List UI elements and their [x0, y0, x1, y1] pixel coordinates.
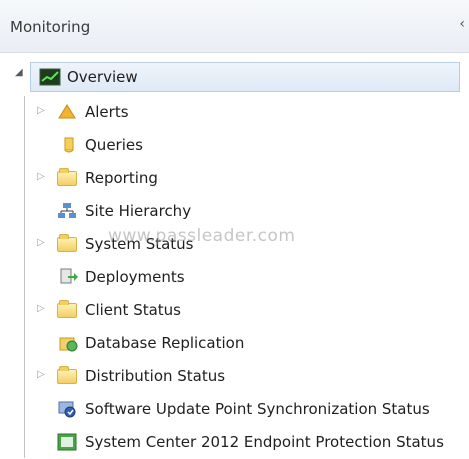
tree-item-label: System Center 2012 Endpoint Protection S…: [85, 433, 444, 451]
folder-icon: [57, 234, 77, 252]
expand-arrow-icon[interactable]: ▷: [37, 237, 45, 248]
alert-folder-icon: [58, 104, 76, 119]
tree-item-database-replication[interactable]: Database Replication: [1, 327, 469, 360]
tree-item-distribution-status[interactable]: ▷ Distribution Status: [1, 360, 469, 393]
tree-item-endpoint-protection[interactable]: System Center 2012 Endpoint Protection S…: [1, 426, 469, 459]
tree-item-alerts[interactable]: ▷ Alerts: [1, 96, 469, 129]
expand-arrow-icon[interactable]: ▷: [37, 303, 45, 314]
tree-item-site-hierarchy[interactable]: Site Hierarchy: [1, 195, 469, 228]
site-hierarchy-icon: [58, 203, 76, 218]
monitoring-header: Monitoring ‹: [0, 0, 469, 53]
tree-item-label: Software Update Point Synchronization St…: [85, 400, 430, 418]
overview-expander-icon[interactable]: ◢: [15, 67, 23, 78]
monitoring-tree: ◢ Overview ▷ Alerts Queries ▷ Reporting …: [0, 58, 469, 458]
tree-item-label: Site Hierarchy: [85, 202, 192, 220]
watermark: www.passleader.com: [108, 226, 296, 246]
tree-item-client-status[interactable]: ▷ Client Status: [1, 294, 469, 327]
tree-item-software-update-sync[interactable]: Software Update Point Synchronization St…: [1, 393, 469, 426]
deployments-icon: [60, 268, 78, 284]
tree-item-reporting[interactable]: ▷ Reporting: [1, 162, 469, 195]
tree-children: ▷ Alerts Queries ▷ Reporting Site Hierar…: [24, 96, 469, 458]
monitoring-title: Monitoring: [10, 18, 91, 36]
tree-item-label: Queries: [85, 136, 143, 154]
tree-item-label: Overview: [67, 68, 138, 86]
expand-arrow-icon[interactable]: ▷: [37, 369, 45, 380]
tree-item-label: Client Status: [85, 301, 181, 319]
tree-item-label: Database Replication: [85, 334, 245, 352]
tree-item-label: Deployments: [85, 268, 185, 286]
query-icon: [64, 137, 74, 153]
tree-item-queries[interactable]: Queries: [1, 129, 469, 162]
monitor-chart-icon: [39, 68, 61, 86]
folder-icon: [57, 366, 77, 384]
tree-item-label: Reporting: [85, 169, 158, 187]
folder-icon: [57, 300, 77, 318]
software-update-sync-icon: [58, 401, 76, 418]
collapse-pane-icon[interactable]: ‹: [459, 16, 465, 32]
expand-arrow-icon[interactable]: ▷: [37, 105, 45, 116]
endpoint-protection-icon: [57, 433, 77, 451]
tree-item-overview[interactable]: Overview: [30, 62, 460, 92]
tree-item-deployments[interactable]: Deployments: [1, 261, 469, 294]
tree-item-label: Alerts: [85, 103, 129, 121]
folder-icon: [57, 168, 77, 186]
database-replication-icon: [59, 337, 78, 352]
tree-item-label: Distribution Status: [85, 367, 226, 385]
expand-arrow-icon[interactable]: ▷: [37, 171, 45, 182]
